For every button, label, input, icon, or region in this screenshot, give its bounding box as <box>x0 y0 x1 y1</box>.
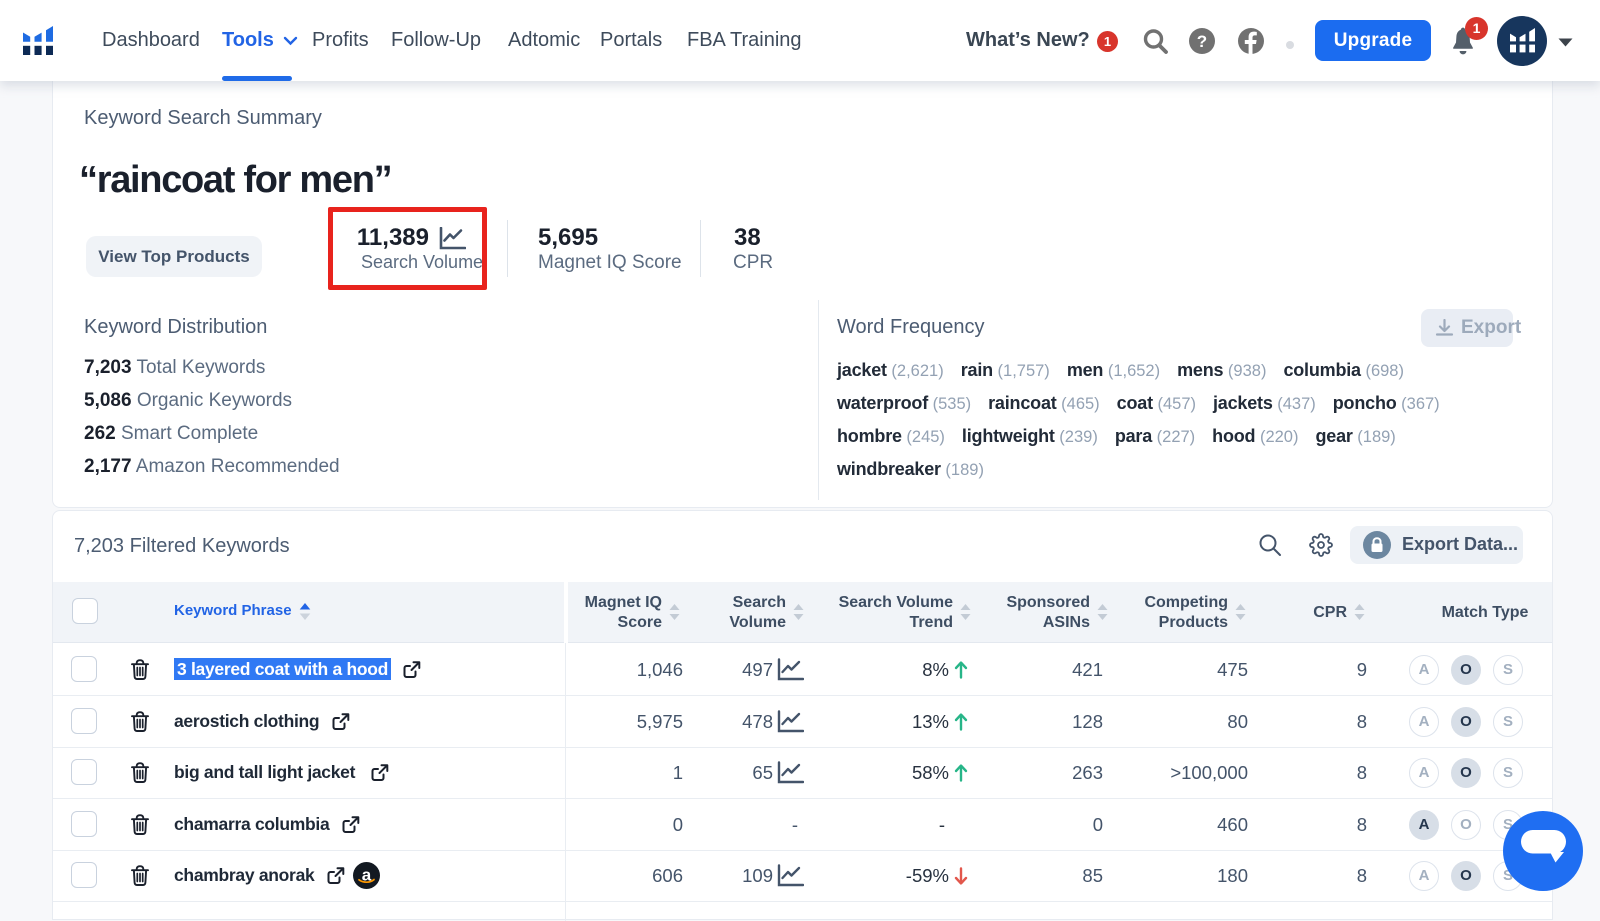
svg-text:?: ? <box>1197 32 1207 51</box>
